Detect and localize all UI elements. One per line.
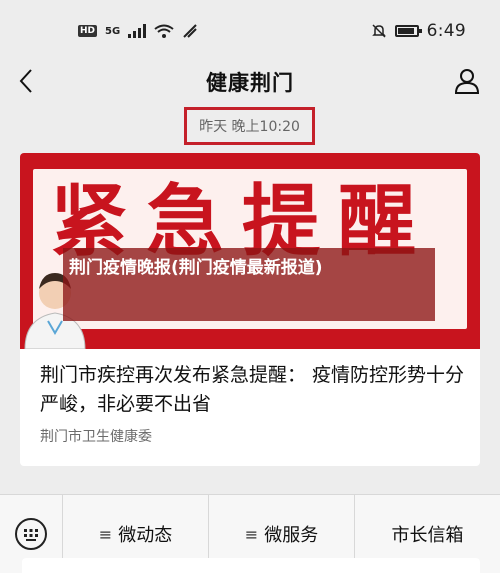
article-banner: 紧急提醒 荆门疫情晚报(荆门疫情最新报道) — [20, 153, 480, 349]
menu-item-label: 微动态 — [118, 525, 173, 546]
page-title: 健康荆门 — [206, 71, 294, 95]
hd-badge: HD — [78, 25, 98, 37]
date-stamp-text: 昨天 晚上10:20 — [199, 119, 300, 135]
network-type: 5G — [105, 25, 121, 37]
menu-list-icon: ≡ — [244, 524, 259, 544]
battery-icon — [394, 25, 422, 37]
wifi-icon — [154, 24, 174, 38]
article-card[interactable]: 紧急提醒 荆门疫情晚报(荆门疫情最新报道) 荆门市疾控再次发布紧急提醒： 疫情防… — [20, 153, 480, 466]
cellular-data-icon — [183, 24, 197, 38]
menu-item-label: 微服务 — [264, 525, 319, 546]
status-icons-right: 6:49 — [371, 21, 466, 41]
next-card-edge — [22, 558, 480, 573]
date-stamp: 昨天 晚上10:20 — [184, 107, 315, 145]
status-bar: HD 5G 6:49 — [0, 0, 500, 62]
clock: 6:49 — [426, 21, 466, 41]
keyboard-icon — [15, 518, 47, 550]
article-source: 荆门市卫生健康委 — [40, 429, 152, 445]
mute-bell-icon — [371, 24, 386, 38]
status-icons-left: HD 5G — [78, 24, 198, 38]
menu-list-icon: ≡ — [98, 524, 113, 544]
article-title[interactable]: 荆门市疾控再次发布紧急提醒： 疫情防控形势十分严峻，非必要不出省 — [40, 361, 465, 419]
nav-bar: 健康荆门 — [0, 62, 500, 102]
banner-overlay-text: 荆门疫情晚报(荆门疫情最新报道) — [69, 258, 323, 278]
menu-item-label: 市长信箱 — [391, 525, 464, 546]
signal-icon — [128, 24, 147, 38]
profile-icon[interactable] — [452, 66, 482, 96]
back-arrow-icon[interactable] — [15, 66, 39, 96]
